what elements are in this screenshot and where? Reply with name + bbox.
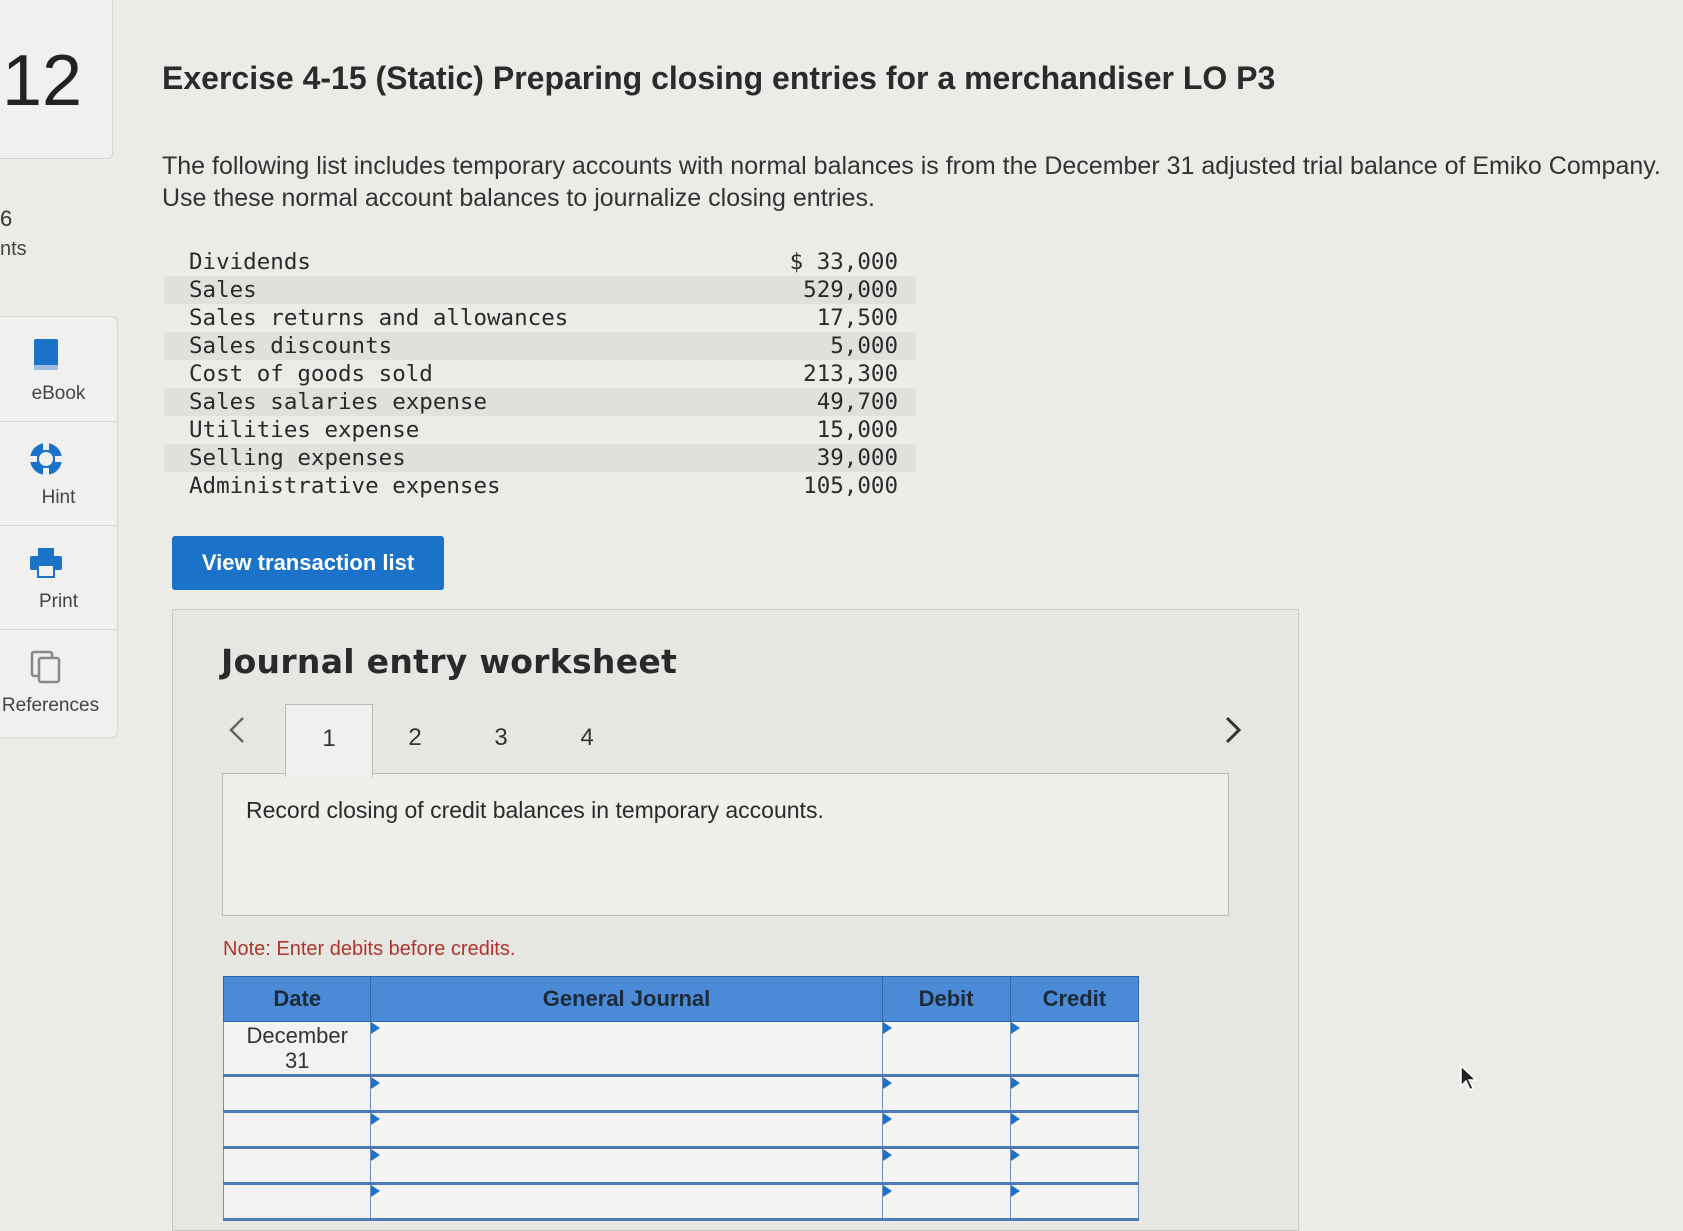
credit-column-header: Credit [1009, 976, 1140, 1022]
book-icon [34, 339, 58, 370]
credit-input[interactable] [1009, 1147, 1140, 1185]
account-amount: 17,500 [816, 305, 898, 331]
instruction-box: Record closing of credit balances in tem… [222, 773, 1229, 916]
exercise-title: Exercise 4-15 (Static) Preparing closing… [162, 60, 1276, 96]
lifebuoy-icon [29, 442, 63, 476]
account-input[interactable] [370, 1111, 883, 1149]
account-name: Sales salaries expense [189, 389, 488, 415]
question-number: 12 [2, 41, 83, 121]
debit-column-header: Debit [881, 976, 1011, 1022]
date-cell [222, 1183, 372, 1221]
account-input[interactable] [370, 1021, 883, 1077]
account-row: Dividends $ 33,000 [164, 248, 916, 276]
debit-input[interactable] [881, 1111, 1011, 1149]
journal-row: December 31 [222, 1021, 1140, 1077]
exercise-intro: The following list includes temporary ac… [162, 152, 1661, 212]
print-button[interactable]: Print [0, 525, 117, 630]
date-cell: December 31 [222, 1021, 372, 1077]
chevron-left-icon[interactable] [227, 712, 247, 754]
mouse-cursor-icon [1460, 1064, 1478, 1092]
account-name: Cost of goods sold [189, 361, 433, 387]
view-transaction-list-button[interactable]: View transaction list [172, 536, 444, 590]
general-journal-table: Date General Journal Debit Credit Decemb… [222, 976, 1140, 1221]
account-name: Selling expenses [189, 445, 406, 471]
account-amount: 5,000 [830, 333, 898, 359]
journal-row [222, 1111, 1140, 1149]
hint-button[interactable]: Hint [0, 421, 117, 526]
account-row: Sales returns and allowances 17,500 [164, 304, 916, 332]
journal-row [222, 1147, 1140, 1185]
instruction-text: Record closing of credit balances in tem… [246, 797, 824, 823]
date-month: December [246, 1023, 348, 1048]
date-cell [222, 1075, 372, 1113]
tab-1[interactable]: 1 [285, 704, 373, 777]
account-name: Dividends [189, 249, 311, 275]
credit-input[interactable] [1009, 1021, 1140, 1077]
references-button[interactable]: References [0, 629, 117, 733]
account-amount: 213,300 [803, 361, 898, 387]
date-cell [222, 1111, 372, 1149]
points-value: 6 [0, 206, 13, 231]
question-number-box: 12 [0, 0, 113, 159]
account-name: Sales returns and allowances [189, 305, 569, 331]
general-journal-column-header: General Journal [370, 976, 883, 1022]
credit-input[interactable] [1009, 1075, 1140, 1113]
account-row: Cost of goods sold 213,300 [164, 360, 916, 388]
account-name: Administrative expenses [189, 473, 501, 499]
entry-note: Note: Enter debits before credits. [223, 938, 516, 960]
account-amount: 105,000 [803, 473, 898, 499]
debit-input[interactable] [881, 1183, 1011, 1221]
account-row: Selling expenses 39,000 [164, 444, 916, 472]
account-amount: $ 33,000 [789, 249, 898, 275]
date-cell [222, 1147, 372, 1185]
account-row: Sales discounts 5,000 [164, 332, 916, 360]
debit-input[interactable] [881, 1075, 1011, 1113]
account-amount: 15,000 [816, 417, 898, 443]
points-label: nts [0, 238, 27, 260]
account-input[interactable] [370, 1075, 883, 1113]
debit-input[interactable] [881, 1147, 1011, 1185]
hint-label: Hint [41, 487, 76, 508]
tab-2[interactable]: 2 [372, 704, 458, 772]
printer-icon [30, 548, 62, 578]
references-label: References [1, 695, 100, 716]
date-column-header: Date [222, 976, 372, 1022]
account-row: Utilities expense 15,000 [164, 416, 916, 444]
account-name: Sales [189, 277, 257, 303]
account-amount: 49,700 [816, 389, 898, 415]
worksheet-title: Journal entry worksheet [221, 642, 678, 681]
account-row: Administrative expenses 105,000 [164, 472, 916, 500]
account-amount: 529,000 [803, 277, 898, 303]
tab-3[interactable]: 3 [458, 704, 544, 772]
account-name: Utilities expense [189, 417, 420, 443]
ebook-label: eBook [31, 383, 86, 404]
tab-4[interactable]: 4 [544, 704, 630, 772]
journal-row [222, 1075, 1140, 1113]
chevron-right-icon[interactable] [1223, 712, 1243, 754]
account-name: Sales discounts [189, 333, 393, 359]
tool-sidebar: eBook Hint Print References [0, 316, 118, 738]
debit-input[interactable] [881, 1021, 1011, 1077]
account-input[interactable] [370, 1147, 883, 1185]
account-row: Sales salaries expense 49,700 [164, 388, 916, 416]
date-day: 31 [285, 1048, 310, 1073]
journal-row [222, 1183, 1140, 1221]
ebook-button[interactable]: eBook [0, 317, 117, 422]
credit-input[interactable] [1009, 1111, 1140, 1149]
account-balances-table: Dividends $ 33,000 Sales 529,000 Sales retur… [164, 248, 916, 500]
account-amount: 39,000 [816, 445, 898, 471]
credit-input[interactable] [1009, 1183, 1140, 1221]
print-label: Print [38, 591, 79, 612]
account-input[interactable] [370, 1183, 883, 1221]
copy-icon [30, 650, 61, 684]
journal-entry-worksheet: Journal entry worksheet 1 2 3 4 Record c… [172, 609, 1299, 1231]
account-row: Sales 529,000 [164, 276, 916, 304]
